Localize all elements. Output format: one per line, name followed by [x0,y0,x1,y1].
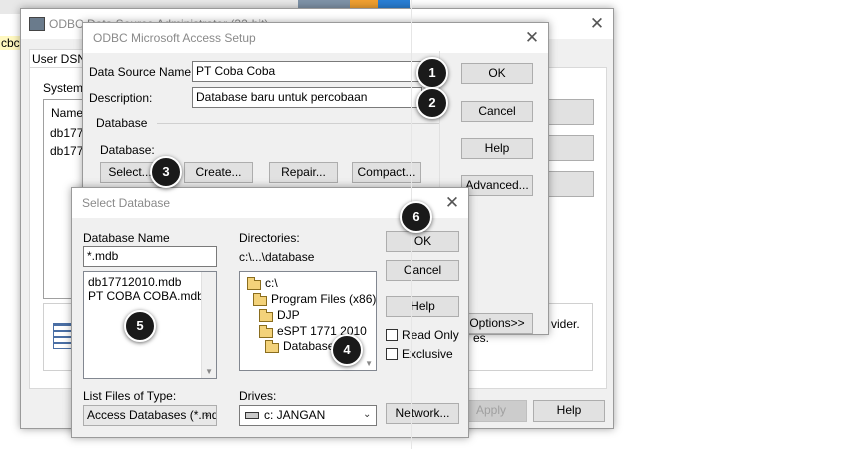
drives-select[interactable]: c: JANGAN [239,405,377,426]
setup-ok-button[interactable]: OK [461,63,533,84]
file-type-label: List Files of Type: [83,389,177,403]
drives-value: c: JANGAN [264,408,326,422]
selectdb-close-icon[interactable]: ✕ [442,193,462,213]
setup-advanced-button[interactable]: Advanced... [461,175,533,196]
callout-6: 6 [400,201,432,233]
selectdb-title: Select Database [82,196,171,210]
file-list-scrollbar[interactable] [201,272,216,378]
admin-add-button[interactable] [544,99,594,125]
drives-chevron-down-icon[interactable]: ⌄ [363,409,371,420]
drives-label: Drives: [239,389,277,403]
setup-help-button[interactable]: Help [461,138,533,159]
dsn-input[interactable]: PT Coba Coba [192,61,422,82]
admin-remove-button[interactable] [544,135,594,161]
tree-item-program-files[interactable]: Program Files (x86) [271,292,376,306]
selectdb-help-button[interactable]: Help [386,296,459,317]
description-input[interactable]: Database baru untuk percobaan [192,87,422,108]
directories-label: Directories: [239,231,300,245]
drive-icon [245,412,259,419]
file-type-select[interactable]: Access Databases (*.mdb) [83,405,217,426]
create-button[interactable]: Create... [184,162,253,183]
exclusive-label: Exclusive [402,347,453,361]
tree-item-djp[interactable]: DJP [277,308,300,322]
tree-item-root[interactable]: c:\ [265,276,278,290]
database-group-line [157,123,439,124]
background-cbc-text: cbc [0,36,21,50]
provider-text: vider. [551,317,580,331]
callout-5: 5 [124,310,156,342]
selectdb-network-button[interactable]: Network... [386,403,459,424]
folder-open-icon [259,309,273,322]
database-label: Database: [100,143,155,157]
file-type-value: Access Databases (*.mdb) [87,408,217,422]
db-name-input[interactable]: *.mdb [83,246,217,267]
database-group-title: Database [96,116,148,130]
description-label: Description: [89,91,153,105]
read-only-checkbox[interactable] [386,329,398,341]
admin-help-button[interactable]: Help [533,400,605,422]
setup-titlebar: ODBC Microsoft Access Setup ✕ [83,23,548,53]
selectdb-ok-button[interactable]: OK [386,231,459,252]
setup-options-button[interactable]: Options>> [461,313,533,334]
callout-3: 3 [150,156,182,188]
callout-1: 1 [416,57,448,89]
admin-close-icon[interactable]: ✕ [587,14,607,34]
tab-user-dsn[interactable]: User DSN [29,49,89,68]
dsn-label: Data Source Name: [89,65,195,79]
callout-2: 2 [416,87,448,119]
file-list-item[interactable]: PT COBA COBA.mdb [88,289,204,303]
directories-path: c:\...\database [239,250,315,264]
tree-item-database[interactable]: Database [283,339,334,353]
db-name-label: Database Name [83,231,170,245]
selectdb-cancel-button[interactable]: Cancel [386,260,459,281]
list-header-name: Name [51,106,84,120]
scroll-down-icon[interactable]: ▼ [205,367,213,376]
folder-open-icon [265,340,279,353]
setup-cancel-button[interactable]: Cancel [461,101,533,122]
setup-title: ODBC Microsoft Access Setup [93,31,256,45]
odbc-app-icon [29,17,45,31]
admin-configure-button[interactable] [544,171,594,197]
file-list-item[interactable]: db17712010.mdb [88,275,181,289]
tree-scroll-down-icon[interactable]: ▼ [365,359,373,368]
file-type-chevron-down-icon[interactable]: ⌄ [203,409,211,420]
folder-open-icon [259,325,273,338]
callout-4: 4 [331,334,363,366]
setup-close-icon[interactable]: ✕ [522,28,542,48]
repair-button[interactable]: Repair... [269,162,338,183]
exclusive-checkbox[interactable] [386,348,398,360]
folder-open-icon [247,277,261,290]
folder-open-icon [253,293,267,306]
